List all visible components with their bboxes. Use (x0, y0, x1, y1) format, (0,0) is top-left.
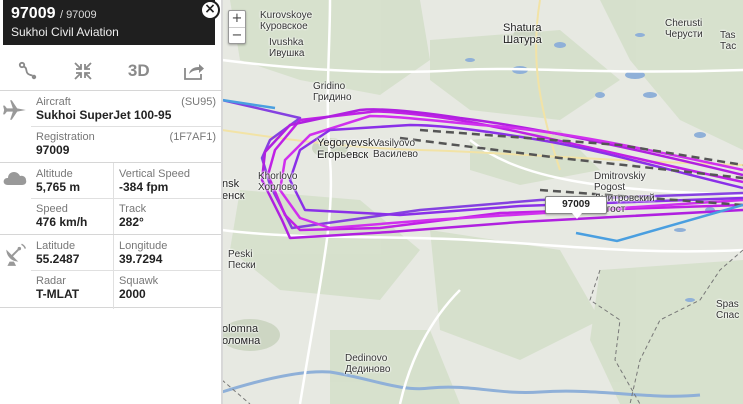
aircraft-callout[interactable]: 97009 (545, 196, 607, 219)
speed-label: Speed (36, 203, 68, 215)
registration-hex: (1F7AF1) (169, 131, 216, 143)
squawk-label: Squawk (119, 275, 159, 287)
place-dedinovo: Dedinovo Дединово (345, 353, 391, 375)
radar: Radar T-MLAT (36, 275, 111, 301)
vertical-speed-value: -384 fpm (119, 180, 169, 194)
place-gridino: Gridino Гридино (313, 81, 352, 103)
altitude-label: Altitude (36, 168, 73, 180)
vertical-speed-label: Vertical Speed (119, 168, 190, 180)
aircraft-label: Aircraft (36, 96, 71, 108)
speed: Speed 476 km/h (36, 203, 111, 229)
share-arrow-icon (184, 64, 205, 80)
zoom-in-button[interactable]: + (229, 11, 245, 27)
registration: Registration (1F7AF1) 97009 (36, 131, 216, 157)
squawk: Squawk 2000 (119, 275, 219, 301)
zoom-out-button[interactable]: − (229, 27, 245, 43)
radar-value: T-MLAT (36, 287, 80, 301)
close-icon[interactable]: × (200, 0, 220, 20)
place-tas: Tas Тас (720, 30, 737, 52)
registration-value: 97009 (36, 143, 70, 157)
zoom-control: + − (228, 10, 246, 44)
center-button[interactable] (56, 54, 112, 88)
track-label: Track (119, 203, 147, 215)
flight-title: 97009 / 97009 (11, 4, 207, 25)
track-value: 282° (119, 215, 144, 229)
flight-data-section: Altitude 5,765 m Vertical Speed -384 fpm… (0, 162, 222, 235)
panel-border (221, 0, 223, 404)
place-ivushka: Ivushka Ивушка (269, 37, 305, 59)
route-icon (18, 61, 36, 80)
position-section: Latitude 55.2487 Longitude 39.7294 Radar… (0, 234, 222, 309)
place-spas: Spas Спас (716, 299, 740, 321)
aircraft-section: Aircraft (SU95) Sukhoi SuperJet 100-95 R… (0, 90, 222, 162)
longitude-value: 39.7294 (119, 252, 163, 266)
divider (31, 198, 222, 199)
track: Track 282° (119, 203, 219, 229)
altitude: Altitude 5,765 m (36, 168, 111, 194)
squawk-value: 2000 (119, 287, 146, 301)
place-khorlovo: Khorlovo Хорлово (258, 171, 298, 193)
share-button[interactable] (167, 54, 223, 88)
cloud-icon (3, 172, 27, 185)
vertical-speed: Vertical Speed -384 fpm (119, 168, 219, 194)
latitude-value: 55.2487 (36, 252, 80, 266)
divider (113, 235, 114, 309)
flight-header: 97009 / 97009 Sukhoi Civil Aviation (3, 0, 215, 45)
panel-toolbar: 3D (0, 54, 222, 88)
registration-label: Registration (36, 131, 95, 143)
flight-info-panel: 97009 / 97009 Sukhoi Civil Aviation × 3D… (0, 0, 223, 404)
speed-value: 476 km/h (36, 215, 88, 229)
aircraft-code: (SU95) (181, 96, 216, 108)
radar-dish-icon (6, 243, 27, 266)
view-3d-button[interactable]: 3D (111, 54, 167, 88)
radar-label: Radar (36, 275, 66, 287)
divider (31, 126, 222, 127)
divider (31, 270, 222, 271)
airline-name[interactable]: Sukhoi Civil Aviation (11, 25, 207, 39)
latitude: Latitude 55.2487 (36, 240, 111, 266)
longitude: Longitude 39.7294 (119, 240, 219, 266)
view-3d-label: 3D (127, 61, 150, 80)
place-shatura: Shatura Шатура (503, 22, 542, 46)
place-peski: Peski Пески (228, 249, 256, 271)
aircraft-value: Sukhoi SuperJet 100-95 (36, 108, 172, 122)
route-button[interactable] (0, 54, 56, 88)
aircraft-type: Aircraft (SU95) Sukhoi SuperJet 100-95 (36, 96, 216, 122)
flight-number: / 97009 (59, 9, 97, 21)
compress-arrows-icon (74, 62, 92, 80)
place-yegoryevsk: Yegoryevsk Егорьевск (317, 137, 374, 161)
place-vasilyovo: Vasilyovo Василево (373, 138, 418, 160)
place-cherusti: Cherusti Черусти (665, 18, 703, 40)
altitude-value: 5,765 m (36, 180, 81, 194)
latitude-label: Latitude (36, 240, 76, 252)
place-nsk: nsk енск (222, 178, 245, 202)
airplane-icon (3, 100, 26, 120)
place-kurovskoye: Kurovskoye Куровское (260, 10, 313, 32)
callsign: 97009 (11, 5, 56, 22)
divider (113, 163, 114, 235)
place-kolomna: olomna оломна (222, 323, 261, 347)
longitude-label: Longitude (119, 240, 168, 252)
